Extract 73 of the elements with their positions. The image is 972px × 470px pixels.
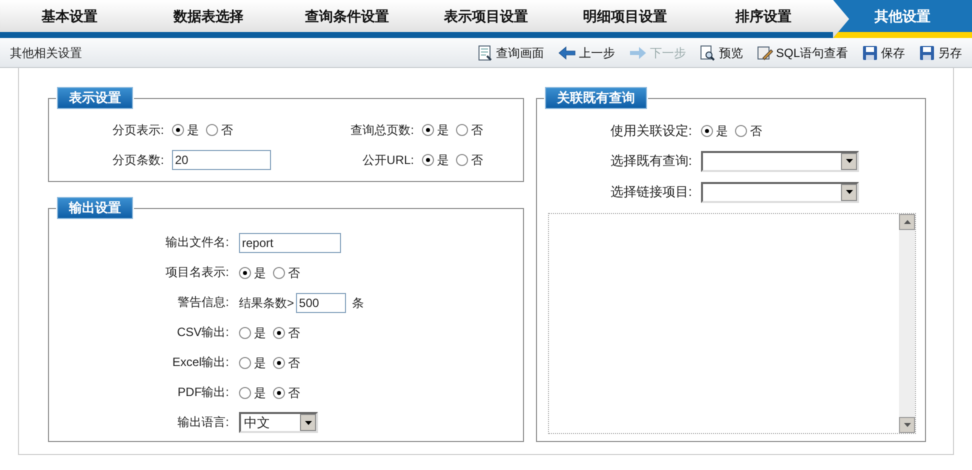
radio-option[interactable]: 否: [456, 121, 483, 139]
text-field[interactable]: report: [239, 232, 341, 252]
left-arrow-icon: [558, 46, 576, 60]
radio-option[interactable]: 否: [735, 122, 762, 140]
right-arrow-icon: [628, 46, 647, 60]
radio-button[interactable]: [172, 124, 184, 136]
field-label: Excel输出:: [171, 354, 230, 371]
field-label: 输出文件名:: [164, 234, 230, 251]
field-label: 公开URL:: [362, 152, 415, 169]
section-title: 表示设置: [57, 87, 133, 109]
unit-label: 条: [352, 294, 364, 312]
radio-button[interactable]: [239, 326, 251, 338]
scroll-up-icon[interactable]: [899, 214, 915, 230]
field-label: 分页表示:: [112, 122, 165, 139]
toolbar-button[interactable]: 查询画面: [476, 44, 544, 62]
field-label: 输出语言:: [176, 414, 230, 431]
radio-button[interactable]: [701, 124, 713, 137]
radio-option[interactable]: 是: [701, 122, 728, 140]
radio-option[interactable]: 是: [172, 121, 199, 139]
count-field[interactable]: 500: [296, 292, 346, 312]
radio-option[interactable]: 是: [422, 151, 449, 169]
warning-prefix: 结果条数>: [239, 294, 294, 312]
field-label: 警告信息:: [176, 294, 230, 311]
radio-button[interactable]: [273, 386, 285, 398]
radio-option[interactable]: 是: [422, 121, 449, 139]
magnifier-icon: [700, 44, 716, 60]
radio-option[interactable]: 否: [206, 121, 233, 139]
radio-option[interactable]: 是: [239, 264, 266, 282]
field-label: CSV输出:: [176, 324, 230, 341]
radio-button[interactable]: [422, 124, 434, 136]
toolbar-button[interactable]: 另存: [919, 44, 962, 62]
text-field[interactable]: 20: [172, 150, 271, 170]
radio-option[interactable]: 是: [239, 354, 266, 372]
toolbar-button[interactable]: 上一步: [558, 44, 615, 62]
toolbar-button[interactable]: SQL语句查看: [756, 44, 848, 62]
section-title: 关联既有查询: [545, 87, 647, 109]
radio-button[interactable]: [273, 356, 285, 368]
radio-button[interactable]: [239, 266, 251, 278]
radio-button[interactable]: [239, 356, 251, 368]
radio-button[interactable]: [456, 124, 468, 136]
document-icon: [476, 44, 493, 60]
radio-option[interactable]: 是: [239, 324, 266, 342]
dropdown[interactable]: [701, 150, 859, 172]
radio-option[interactable]: 否: [273, 354, 300, 372]
dropdown[interactable]: [701, 182, 859, 202]
field-label: 选择链接项目:: [609, 183, 693, 202]
dropdown[interactable]: 中文: [239, 412, 318, 433]
scroll-down-icon[interactable]: [899, 416, 915, 432]
toolbar-button[interactable]: 预览: [700, 44, 743, 62]
pencil-document-icon: [756, 44, 773, 60]
page-subtitle: 其他相关设置: [10, 44, 82, 62]
radio-option[interactable]: 是: [239, 384, 266, 402]
radio-button[interactable]: [422, 154, 434, 166]
field-label: 查询总页数:: [350, 122, 415, 139]
scrollbar[interactable]: [899, 214, 915, 432]
radio-option[interactable]: 否: [456, 151, 483, 169]
radio-button[interactable]: [456, 154, 468, 166]
field-label: 选择既有查询:: [609, 152, 693, 170]
toolbar-button[interactable]: 保存: [862, 44, 905, 62]
field-label: 项目名表示:: [164, 264, 230, 281]
radio-button[interactable]: [273, 326, 285, 338]
radio-button[interactable]: [735, 124, 747, 137]
radio-option[interactable]: 否: [273, 384, 300, 402]
radio-button[interactable]: [206, 124, 218, 136]
field-label: 使用关联设定:: [609, 122, 693, 140]
radio-option[interactable]: 否: [273, 324, 300, 342]
radio-option[interactable]: 否: [273, 264, 300, 282]
tab[interactable]: 其他设置: [833, 0, 972, 38]
field-label: PDF输出:: [176, 384, 230, 401]
radio-button[interactable]: [239, 386, 251, 398]
radio-button[interactable]: [273, 266, 285, 278]
field-label: 分页条数:: [112, 152, 165, 169]
section-title: 输出设置: [57, 197, 133, 219]
